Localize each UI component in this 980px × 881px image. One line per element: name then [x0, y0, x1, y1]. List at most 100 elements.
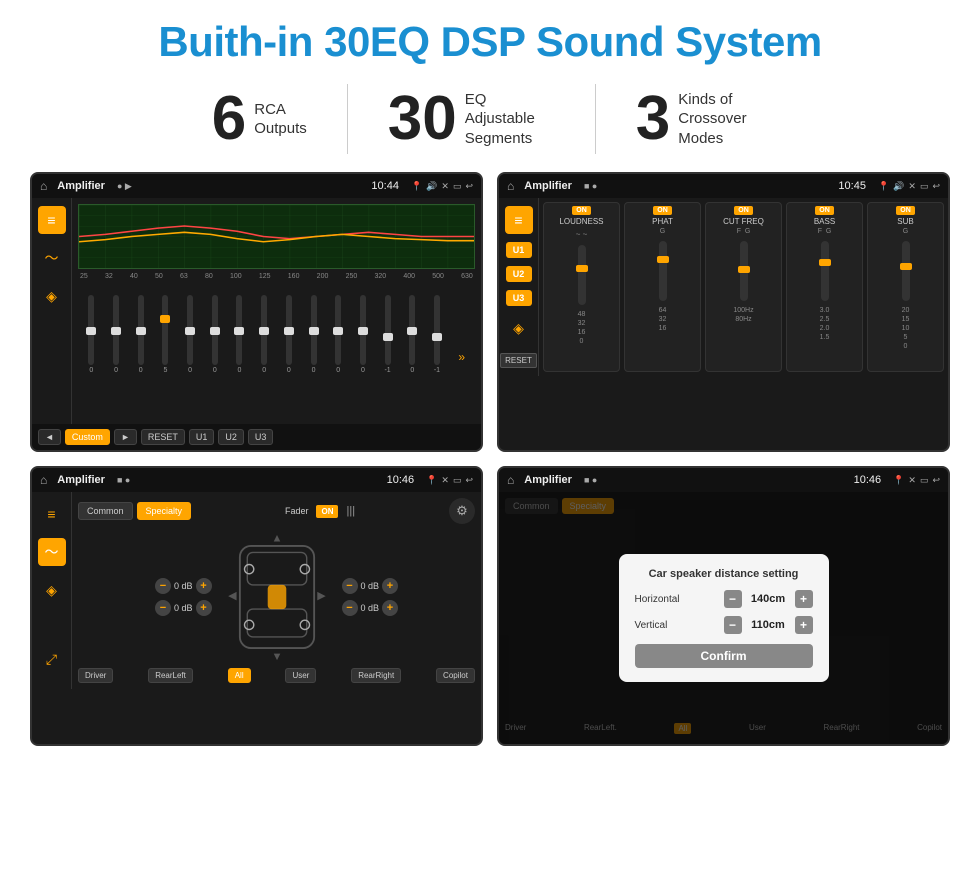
rear-right-btn[interactable]: RearRight: [351, 668, 401, 683]
rear-left-btn[interactable]: RearLeft: [148, 668, 193, 683]
stat-label-eq: EQ AdjustableSegments: [465, 90, 555, 149]
eq-slider-5: 0: [179, 295, 202, 374]
eq-filter-icon[interactable]: ≡: [38, 206, 66, 234]
common-tab[interactable]: Common: [78, 502, 133, 520]
u2-btn[interactable]: U2: [506, 266, 532, 282]
fl-plus[interactable]: +: [196, 578, 212, 594]
module-loudness: ON LOUDNESS ~ ~ 48 32 16 0: [543, 202, 620, 372]
fr-plus[interactable]: +: [382, 578, 398, 594]
eq-custom-btn[interactable]: Custom: [65, 429, 110, 445]
u3-btn[interactable]: U3: [506, 290, 532, 306]
eq-slider-11: 0: [327, 295, 350, 374]
confirm-button[interactable]: Confirm: [635, 644, 813, 668]
all-btn[interactable]: All: [228, 668, 251, 683]
eq-prev-btn[interactable]: ◄: [38, 429, 61, 445]
svg-text:▶: ▶: [317, 590, 326, 602]
fader-expand-icon[interactable]: ⤢: [38, 645, 66, 673]
rr-minus[interactable]: −: [342, 600, 358, 616]
horizontal-label: Horizontal: [635, 594, 700, 605]
dialog-app-name: Amplifier: [524, 474, 572, 486]
eq-play-btn[interactable]: ►: [114, 429, 137, 445]
eq-reset-btn[interactable]: RESET: [141, 429, 185, 445]
fader-wave-icon[interactable]: 〜: [38, 538, 66, 566]
eq-slider-13: -1: [376, 295, 399, 374]
stat-number-3: 3: [636, 88, 670, 150]
car-layout: − 0 dB + − 0 dB +: [78, 532, 475, 662]
cutfreq-slider[interactable]: [740, 241, 748, 301]
specialty-tab[interactable]: Specialty: [137, 502, 192, 520]
bass-slider[interactable]: [821, 241, 829, 301]
fader-body: ≡ 〜 ◈ ⤢ Common Specialty Fader ON |||: [32, 492, 481, 689]
fader-settings-icon[interactable]: ⚙: [449, 498, 475, 524]
eq-graph: [78, 204, 475, 269]
eq-sidebar: ≡ 〜 ◈: [32, 198, 72, 424]
u1-btn[interactable]: U1: [506, 242, 532, 258]
dialog-screen: ⌂ Amplifier ■ ● 10:46 📍 ✕ ▭ ↩ Common Spe…: [497, 466, 950, 746]
fader-app-name: Amplifier: [57, 474, 105, 486]
crossover-time: 10:45: [838, 180, 866, 192]
eq-bottom-bar: ◄ Custom ► RESET U1 U2 U3: [32, 424, 481, 450]
stat-label-rca: RCAOutputs: [254, 100, 307, 139]
eq-expand-btn[interactable]: »: [450, 350, 473, 374]
eq-slider-8: 0: [253, 295, 276, 374]
home-icon-4: ⌂: [507, 473, 514, 487]
rl-minus[interactable]: −: [155, 600, 171, 616]
cross-filter-icon[interactable]: ≡: [505, 206, 533, 234]
fader-vol-icon[interactable]: ◈: [38, 576, 66, 604]
eq-u2-btn[interactable]: U2: [218, 429, 244, 445]
eq-main: 2532405063 80100125160200 25032040050063…: [72, 198, 481, 424]
dialog-time: 10:46: [854, 474, 882, 486]
rl-plus[interactable]: +: [196, 600, 212, 616]
dialog-box: Car speaker distance setting Horizontal …: [619, 554, 829, 682]
horizontal-plus-btn[interactable]: +: [795, 590, 813, 608]
vertical-minus-btn[interactable]: −: [724, 616, 742, 634]
copilot-btn[interactable]: Copilot: [436, 668, 475, 683]
eq-volume-icon[interactable]: ◈: [38, 282, 66, 310]
rear-right-vol: − 0 dB +: [342, 600, 399, 616]
loudness-slider[interactable]: [578, 245, 586, 305]
eq-wave-icon[interactable]: 〜: [38, 244, 66, 272]
sub-slider[interactable]: [902, 241, 910, 301]
eq-slider-4: 5: [154, 295, 177, 374]
car-diagram: ▲ ▼ ◀ ▶: [212, 532, 342, 662]
module-phat: ON PHAT G 64 32 16: [624, 202, 701, 372]
crossover-screen: ⌂ Amplifier ■ ● 10:45 📍 🔊 ✕ ▭ ↩ ≡ U1 U2 …: [497, 172, 950, 452]
svg-text:▼: ▼: [271, 651, 282, 662]
crossover-status-bar: ⌂ Amplifier ■ ● 10:45 📍 🔊 ✕ ▭ ↩: [499, 174, 948, 198]
fr-minus[interactable]: −: [342, 578, 358, 594]
loudness-on-badge: ON: [572, 206, 591, 215]
fader-on-badge: ON: [316, 505, 338, 518]
eq-slider-9: 0: [278, 295, 301, 374]
eq-u3-btn[interactable]: U3: [248, 429, 274, 445]
home-icon: ⌂: [40, 179, 47, 193]
fader-filter-icon[interactable]: ≡: [38, 500, 66, 528]
user-btn[interactable]: User: [285, 668, 316, 683]
stat-rca: 6 RCAOutputs: [172, 88, 347, 150]
rr-plus[interactable]: +: [382, 600, 398, 616]
fader-time: 10:46: [387, 474, 415, 486]
rl-value: 0 dB: [174, 603, 193, 613]
eq-screen: ⌂ Amplifier ● ▶ 10:44 📍 🔊 ✕ ▭ ↩ ≡ 〜 ◈: [30, 172, 483, 452]
vertical-value: 110cm: [746, 619, 791, 631]
phat-on-badge: ON: [653, 206, 672, 215]
vertical-label: Vertical: [635, 620, 700, 631]
eq-status-icons: 📍 🔊 ✕ ▭ ↩: [411, 181, 473, 192]
cross-reset-btn[interactable]: RESET: [500, 353, 537, 368]
sub-title: SUB: [897, 217, 913, 226]
dialog-status-icons: 📍 ✕ ▭ ↩: [893, 475, 940, 486]
eq-u1-btn[interactable]: U1: [189, 429, 215, 445]
cross-volume-icon[interactable]: ◈: [505, 314, 533, 342]
vertical-plus-btn[interactable]: +: [795, 616, 813, 634]
eq-slider-1: 0: [80, 295, 103, 374]
phat-slider[interactable]: [659, 241, 667, 301]
horizontal-minus-btn[interactable]: −: [724, 590, 742, 608]
fl-minus[interactable]: −: [155, 578, 171, 594]
fader-screen: ⌂ Amplifier ■ ● 10:46 📍 ✕ ▭ ↩ ≡ 〜 ◈ ⤢: [30, 466, 483, 746]
driver-btn[interactable]: Driver: [78, 668, 113, 683]
crossover-sidebar: ≡ U1 U2 U3 ◈ RESET: [499, 198, 539, 376]
home-icon-3: ⌂: [40, 473, 47, 487]
right-volume-col: − 0 dB + − 0 dB +: [342, 578, 399, 616]
fader-status-bar: ⌂ Amplifier ■ ● 10:46 📍 ✕ ▭ ↩: [32, 468, 481, 492]
fader-label: Fader: [285, 506, 309, 516]
fr-value: 0 dB: [361, 581, 380, 591]
